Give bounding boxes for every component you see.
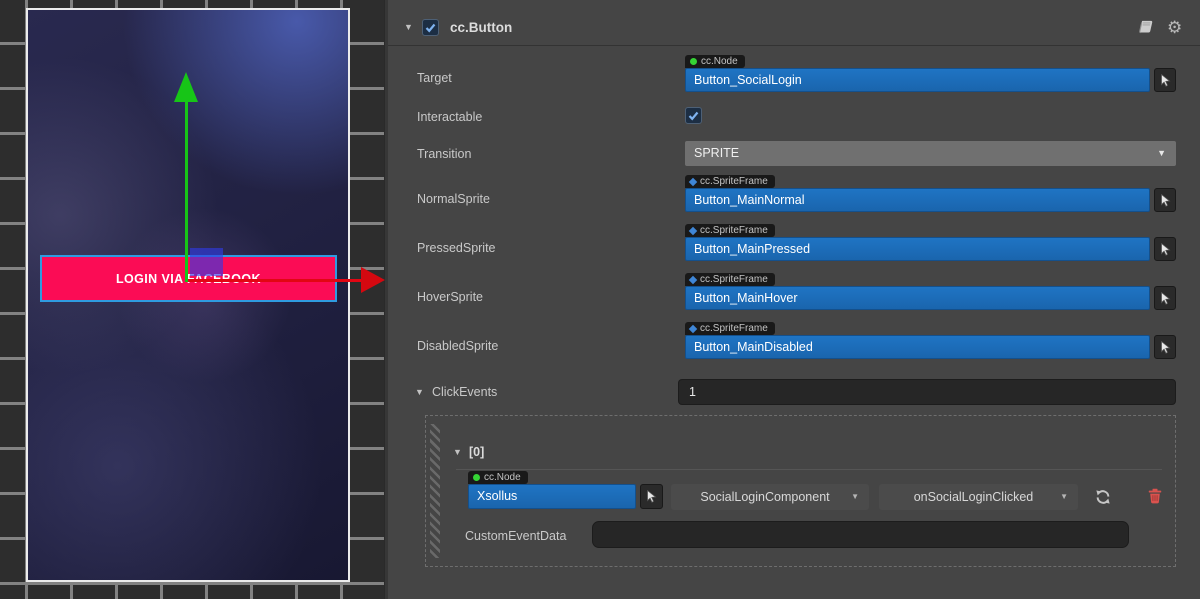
target-type-tag: cc.Node <box>685 55 745 68</box>
normal-sprite-picker-button[interactable] <box>1154 188 1176 212</box>
normal-sprite-label: NormalSprite <box>417 192 490 206</box>
cursor-picker-icon <box>646 490 657 503</box>
target-picker-button[interactable] <box>1154 68 1176 92</box>
chevron-down-icon: ▼ <box>1157 141 1166 166</box>
hover-sprite-type-tag: cc.SpriteFrame <box>685 273 775 286</box>
disabled-sprite-field[interactable]: Button_MainDisabled <box>685 335 1150 359</box>
gear-icon[interactable]: ⚙ <box>1167 18 1182 38</box>
custom-event-data-label: CustomEventData <box>465 529 566 543</box>
target-label: Target <box>417 71 452 85</box>
gizmo-xy-plane-handle[interactable] <box>190 248 223 276</box>
click-events-list-box: ▼ [0] cc.Node Xsollus SocialLoginCompone… <box>425 415 1176 567</box>
disabled-sprite-label: DisabledSprite <box>417 339 498 353</box>
cursor-picker-icon <box>1160 194 1171 207</box>
inspector-panel: ▼ cc.Button ⚙ Target cc.Node Button_Soci… <box>388 0 1200 599</box>
event-0-node-picker-button[interactable] <box>640 484 663 509</box>
transition-label: Transition <box>417 147 471 161</box>
click-events-label: ClickEvents <box>432 385 497 399</box>
node-type-dot-icon <box>690 58 697 65</box>
hover-sprite-field[interactable]: Button_MainHover <box>685 286 1150 310</box>
chevron-down-icon: ▼ <box>1060 484 1068 510</box>
event-0-collapse-icon[interactable]: ▼ <box>453 448 462 457</box>
drag-handle-stripes[interactable] <box>430 424 440 558</box>
hover-sprite-label: HoverSprite <box>417 290 483 304</box>
normal-sprite-field[interactable]: Button_MainNormal <box>685 188 1150 212</box>
event-0-node-type-tag: cc.Node <box>468 471 528 484</box>
event-0-handler-dropdown[interactable]: onSocialLoginClicked ▼ <box>879 484 1078 510</box>
scene-view[interactable]: LOGIN VIA FACEBOOK <box>0 0 388 599</box>
cursor-picker-icon <box>1160 243 1171 256</box>
cursor-picker-icon <box>1160 74 1171 87</box>
event-0-refresh-button[interactable] <box>1094 488 1112 506</box>
component-title: cc.Button <box>450 20 512 35</box>
transition-dropdown[interactable]: SPRITE ▼ <box>685 141 1176 166</box>
docs-book-icon[interactable] <box>1137 18 1155 41</box>
pressed-sprite-field[interactable]: Button_MainPressed <box>685 237 1150 261</box>
refresh-icon <box>1094 488 1112 506</box>
event-0-divider <box>456 469 1162 470</box>
custom-event-data-input[interactable] <box>592 521 1129 548</box>
interactable-checkbox[interactable] <box>685 107 702 124</box>
trash-icon <box>1148 488 1162 504</box>
disabled-sprite-type-tag: cc.SpriteFrame <box>685 322 775 335</box>
target-node-field[interactable]: Button_SocialLogin <box>685 68 1150 92</box>
spriteframe-type-dot-icon <box>689 275 697 283</box>
normal-sprite-type-tag: cc.SpriteFrame <box>685 175 775 188</box>
event-0-index-label: [0] <box>469 445 484 459</box>
pressed-sprite-label: PressedSprite <box>417 241 496 255</box>
click-events-collapse-icon[interactable]: ▼ <box>415 388 424 397</box>
event-0-node-field[interactable]: Xsollus <box>468 484 636 509</box>
event-0-delete-button[interactable] <box>1148 488 1162 504</box>
cursor-picker-icon <box>1160 292 1171 305</box>
component-collapse-icon[interactable]: ▼ <box>404 23 413 32</box>
spriteframe-type-dot-icon <box>689 177 697 185</box>
gizmo-x-axis-arrow-icon[interactable] <box>361 267 385 293</box>
gizmo-y-axis-line[interactable] <box>185 100 188 282</box>
header-divider <box>388 45 1200 46</box>
gizmo-y-axis-arrow-icon[interactable] <box>174 72 198 102</box>
spriteframe-type-dot-icon <box>689 324 697 332</box>
hover-sprite-picker-button[interactable] <box>1154 286 1176 310</box>
node-type-dot-icon <box>473 474 480 481</box>
pressed-sprite-picker-button[interactable] <box>1154 237 1176 261</box>
chevron-down-icon: ▼ <box>851 484 859 510</box>
checkmark-icon <box>688 111 699 121</box>
component-enabled-checkbox[interactable] <box>422 19 439 36</box>
cursor-picker-icon <box>1160 341 1171 354</box>
click-events-count-input[interactable]: 1 <box>678 379 1176 405</box>
gizmo-x-axis-line[interactable] <box>187 279 364 282</box>
cocos-editor-window: LOGIN VIA FACEBOOK ▼ cc.Button ⚙ Target … <box>0 0 1200 599</box>
checkmark-icon <box>425 23 436 33</box>
spriteframe-type-dot-icon <box>689 226 697 234</box>
disabled-sprite-picker-button[interactable] <box>1154 335 1176 359</box>
interactable-label: Interactable <box>417 110 482 124</box>
pressed-sprite-type-tag: cc.SpriteFrame <box>685 224 775 237</box>
event-0-component-dropdown[interactable]: SocialLoginComponent ▼ <box>671 484 869 510</box>
